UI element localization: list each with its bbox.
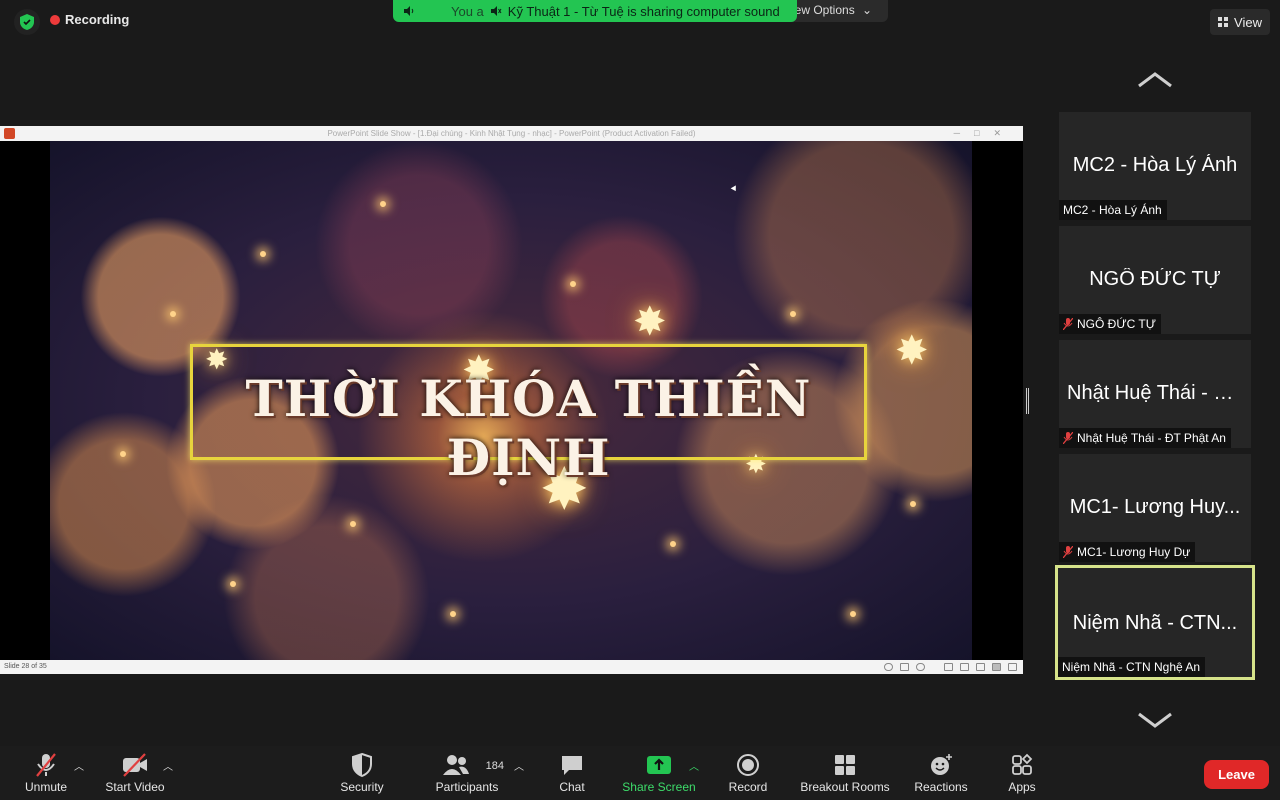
slide-canvas: ✸ ✸ ✸ ✸ ✸ ✸ THỜI KHÓA THIỀN ĐỊNH (50, 141, 972, 660)
participant-display-name: MC2 - Hòa Lý Ánh (1072, 154, 1238, 176)
participant-name-label: Nhật Huệ Thái - ĐT Phật An (1059, 428, 1231, 448)
video-options-caret-icon[interactable]: ︿ (163, 758, 173, 773)
next-slide-icon[interactable] (916, 663, 925, 671)
security-shield-icon[interactable] (14, 9, 40, 35)
reactions-label: Reactions (914, 780, 968, 794)
share-screen-icon (647, 756, 671, 774)
slide-menu-icon[interactable] (900, 663, 909, 671)
share-screen-button[interactable]: Share Screen (618, 752, 700, 794)
chat-button[interactable]: Chat (552, 752, 592, 794)
participant-display-name: MC1- Lương Huy... (1069, 496, 1241, 518)
share-screen-label: Share Screen (622, 780, 696, 794)
shared-screen[interactable]: PowerPoint Slide Show - [1.Đại chúng - K… (0, 126, 1023, 674)
participant-display-name: NGÔ ĐỨC TỰ (1089, 268, 1221, 290)
zoom-icon[interactable] (1008, 663, 1017, 671)
meeting-toolbar: Unmute ︿ Start Video ︿ Security 184 Part… (0, 746, 1280, 800)
participant-count: 184 (485, 760, 504, 772)
audio-options-caret-icon[interactable]: ︿ (74, 758, 84, 773)
recording-indicator[interactable]: Recording (50, 12, 129, 27)
slide-title: THỜI KHÓA THIỀN ĐỊNH (245, 369, 812, 487)
participant-display-name: Niệm Nhã - CTN... (1072, 612, 1238, 634)
panel-resize-handle[interactable] (1026, 388, 1029, 414)
apps-button[interactable]: Apps (1002, 752, 1042, 794)
reactions-smiley-icon (931, 754, 952, 775)
grid-view-icon (1218, 17, 1229, 27)
normal-view-icon[interactable] (944, 663, 953, 671)
mic-muted-icon (1063, 432, 1073, 444)
apps-label: Apps (1008, 780, 1036, 794)
window-controls: ─□✕ (953, 128, 1015, 138)
mic-muted-icon (1063, 318, 1073, 330)
recording-label: Recording (65, 12, 130, 27)
security-label: Security (340, 780, 384, 794)
mouse-cursor-icon (730, 185, 739, 193)
record-button[interactable]: Record (724, 752, 772, 794)
participants-icon (443, 755, 470, 775)
participant-name-label: NGÔ ĐỨC TỰ (1059, 314, 1161, 334)
participants-options-caret-icon[interactable]: ︿ (514, 758, 524, 773)
scroll-up-chevron-icon[interactable] (1135, 70, 1175, 90)
view-button[interactable]: View (1210, 9, 1270, 35)
participant-display-name: Nhật Huệ Thái - Đ... (1067, 382, 1245, 404)
slide-sorter-icon[interactable] (960, 663, 969, 671)
apps-icon (1012, 753, 1033, 775)
chat-label: Chat (559, 780, 585, 794)
participant-tile[interactable]: NGÔ ĐỨC TỰ NGÔ ĐỨC TỰ (1059, 226, 1251, 334)
banner-prefix: You a (451, 3, 484, 19)
participant-tile[interactable]: MC2 - Hòa Lý Ánh MC2 - Hòa Lý Ánh (1059, 112, 1251, 220)
powerpoint-icon (4, 128, 15, 139)
chevron-down-icon: ⌄ (862, 3, 873, 17)
reactions-button[interactable]: Reactions (910, 752, 972, 794)
participants-label: Participants (435, 780, 499, 794)
powerpoint-status-bar: Slide 28 of 35 (0, 660, 1023, 674)
view-label: View (1234, 14, 1262, 30)
recording-dot-icon (50, 14, 60, 25)
scroll-down-chevron-icon[interactable] (1135, 710, 1175, 730)
powerpoint-title-bar: PowerPoint Slide Show - [1.Đại chúng - K… (0, 126, 1023, 141)
unmute-button[interactable]: Unmute (22, 752, 70, 794)
breakout-rooms-icon (835, 755, 855, 775)
participant-tile[interactable]: Nhật Huệ Thái - Đ... Nhật Huệ Thái - ĐT … (1059, 340, 1251, 448)
start-video-button[interactable]: Start Video (100, 752, 170, 794)
video-off-icon (123, 753, 147, 777)
slide-counter: Slide 28 of 35 (4, 663, 47, 670)
reading-view-icon[interactable] (976, 663, 985, 671)
breakout-rooms-label: Breakout Rooms (800, 780, 890, 794)
mic-muted-icon (1063, 546, 1073, 558)
unmute-label: Unmute (24, 780, 68, 794)
breakout-rooms-button[interactable]: Breakout Rooms (796, 752, 894, 794)
sharing-sound-banner: You a Kỹ Thuật 1 - Từ Tuệ is sharing com… (393, 0, 797, 22)
start-video-label: Start Video (105, 780, 165, 794)
participant-tile-active-speaker[interactable]: Niệm Nhã - CTN... Niệm Nhã - CTN Nghệ An (1055, 565, 1255, 680)
leave-label: Leave (1218, 767, 1255, 782)
security-button[interactable]: Security (334, 752, 390, 794)
mic-muted-icon (36, 753, 56, 777)
chat-bubble-icon (562, 756, 582, 775)
participant-name-label: Niệm Nhã - CTN Nghệ An (1058, 657, 1206, 677)
previous-slide-icon[interactable] (884, 663, 893, 671)
banner-text: Kỹ Thuật 1 - Từ Tuệ is sharing computer … (507, 3, 780, 19)
participants-button[interactable]: 184 Participants (430, 752, 504, 794)
window-title: PowerPoint Slide Show - [1.Đại chúng - K… (327, 129, 696, 138)
view-options-label: iew Options (792, 3, 855, 17)
leave-button[interactable]: Leave (1204, 760, 1269, 789)
share-options-caret-icon[interactable]: ︿ (689, 758, 699, 773)
speaker-muted-icon (490, 6, 502, 16)
participant-name-label: MC1- Lương Huy Dự (1059, 542, 1196, 562)
record-label: Record (728, 780, 768, 794)
slideshow-view-icon[interactable] (992, 663, 1001, 671)
speaker-icon (404, 6, 414, 16)
record-icon (737, 754, 759, 776)
shield-icon (352, 752, 372, 778)
participant-name-label: MC2 - Hòa Lý Ánh (1059, 200, 1167, 220)
participant-tile[interactable]: MC1- Lương Huy... MC1- Lương Huy Dự (1059, 454, 1251, 562)
